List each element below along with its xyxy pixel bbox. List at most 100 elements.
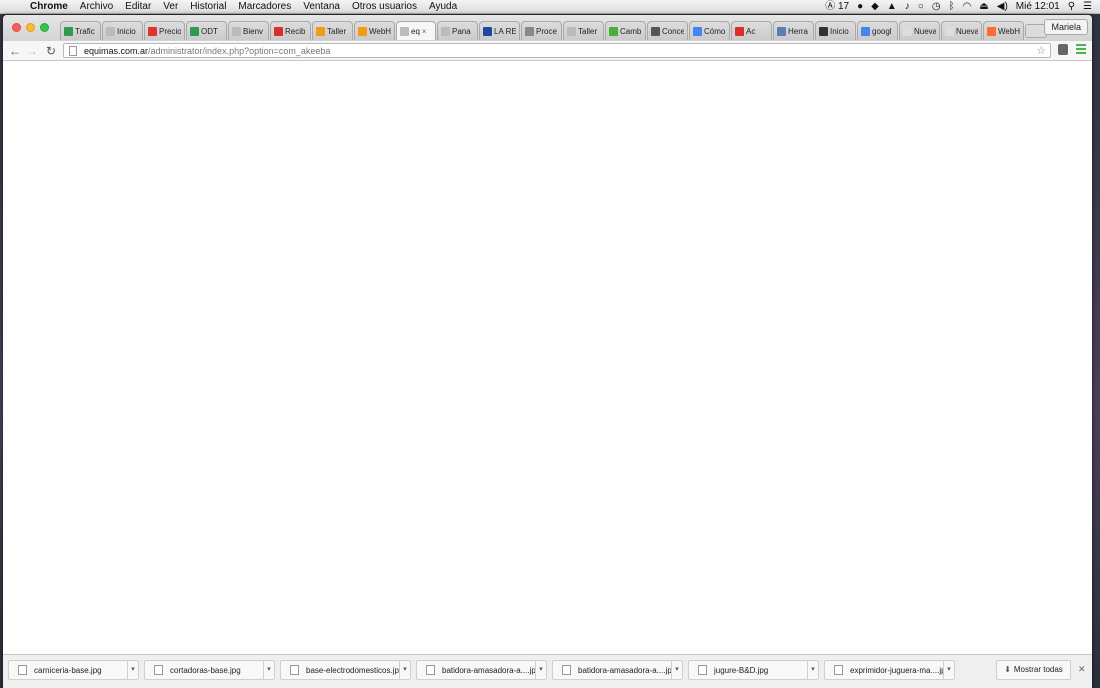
- clock[interactable]: Mié 12:01: [1016, 0, 1060, 14]
- download-item[interactable]: batidora-amasadora-a....jpg ▾: [552, 660, 683, 680]
- tab-label: Herra: [788, 26, 809, 36]
- tab[interactable]: Trafic: [60, 21, 101, 40]
- url-host: equimas.com.ar: [84, 46, 149, 56]
- back-button[interactable]: ←: [8, 44, 22, 58]
- download-item[interactable]: jugure-B&D.jpg ▾: [688, 660, 819, 680]
- eject-icon[interactable]: ⏏: [979, 0, 988, 14]
- tab[interactable]: Herra: [773, 21, 814, 40]
- tab[interactable]: Recib: [270, 21, 311, 40]
- tab-strip: Trafic Inicio Precio ODT Bienv Recib Taller Web…: [3, 15, 1092, 41]
- tab[interactable]: Conce: [647, 21, 688, 40]
- download-menu-icon[interactable]: ▾: [943, 660, 954, 680]
- tab-label: Inicio: [117, 26, 136, 36]
- tab[interactable]: Ac: [731, 21, 772, 40]
- address-bar[interactable]: equimas.com.ar/administrator/index.php?o…: [63, 43, 1051, 58]
- tab-label: Pana: [452, 26, 471, 36]
- time-machine-icon[interactable]: ◷: [932, 0, 941, 14]
- app-menu-chrome[interactable]: Chrome: [30, 1, 68, 12]
- close-window-button[interactable]: [12, 23, 21, 32]
- tab[interactable]: Taller: [563, 21, 604, 40]
- extension-icon[interactable]: [1058, 44, 1068, 55]
- dropbox-icon[interactable]: ◆: [871, 0, 879, 14]
- tab[interactable]: LA RE: [479, 21, 520, 40]
- tab-label: LA RE: [494, 26, 516, 36]
- cp-icon: [987, 26, 996, 36]
- globe-icon: [525, 26, 534, 36]
- notification-center-icon[interactable]: ☰: [1083, 0, 1092, 14]
- download-menu-icon[interactable]: ▾: [263, 660, 274, 680]
- tab[interactable]: Bienv: [228, 21, 269, 40]
- profile-button[interactable]: Mariela: [1044, 19, 1088, 35]
- chat-icon[interactable]: ●: [857, 0, 863, 14]
- download-menu-icon[interactable]: ▾: [127, 660, 138, 680]
- blank-favicon-icon: [945, 26, 954, 36]
- bell-icon[interactable]: ♪: [905, 0, 910, 14]
- tab[interactable]: Camb: [605, 21, 646, 40]
- close-tab-icon[interactable]: ×: [422, 27, 427, 36]
- download-item[interactable]: base-electrodomesticos.jpg ▾: [280, 660, 411, 680]
- tab[interactable]: Precio: [144, 21, 185, 40]
- tab-label: Taller: [578, 26, 598, 36]
- show-all-downloads-button[interactable]: ⬇ Mostrar todas: [996, 660, 1071, 680]
- tab-label: Proce: [536, 26, 557, 36]
- tab[interactable]: Pana: [437, 21, 478, 40]
- tab-label: googl: [872, 26, 892, 36]
- bookmark-star-icon[interactable]: ☆: [1036, 44, 1046, 58]
- tab[interactable]: WebH: [983, 21, 1024, 40]
- maximize-window-button[interactable]: [40, 23, 49, 32]
- tool-icon: [777, 26, 786, 36]
- download-item[interactable]: exprimidor-juguera-ma....jpg ▾: [824, 660, 955, 680]
- google-icon: [861, 26, 870, 36]
- bubble-icon[interactable]: ○: [918, 0, 924, 14]
- menu-bar: Chrome Archivo Editar Ver Historial Marc…: [0, 0, 1100, 14]
- tab[interactable]: eq ×: [396, 21, 436, 40]
- minimize-window-button[interactable]: [26, 23, 35, 32]
- download-menu-icon[interactable]: ▾: [535, 660, 546, 680]
- tab[interactable]: Nueva p: [899, 21, 940, 40]
- chrome-menu-icon[interactable]: [1076, 44, 1086, 55]
- tab[interactable]: Nueva p: [941, 21, 982, 40]
- close-shelf-icon[interactable]: ✕: [1078, 664, 1086, 675]
- menu-ventana[interactable]: Ventana: [303, 1, 340, 12]
- d-icon: [316, 26, 325, 36]
- menu-marcadores[interactable]: Marcadores: [238, 1, 291, 12]
- movistar-icon: [609, 26, 618, 36]
- menu-archivo[interactable]: Archivo: [80, 1, 113, 12]
- tab[interactable]: Inicio: [815, 21, 856, 40]
- download-item[interactable]: cortadoras-base.jpg ▾: [144, 660, 275, 680]
- status-area: Ⓐ 17 ● ◆ ▲ ♪ ○ ◷ ᛒ ◠ ⏏ ◀) Mié 12:01 ⚲ ☰: [825, 0, 1100, 14]
- drive-icon[interactable]: ▲: [887, 0, 897, 14]
- download-filename: base-electrodomesticos.jpg: [306, 665, 399, 675]
- tab[interactable]: WebH: [354, 21, 395, 40]
- file-icon: [290, 665, 299, 675]
- tab[interactable]: ODT: [186, 21, 227, 40]
- menu-historial[interactable]: Historial: [190, 1, 226, 12]
- spotlight-icon[interactable]: ⚲: [1068, 0, 1075, 14]
- show-all-label: Mostrar todas: [1013, 665, 1063, 674]
- url-path: /administrator/index.php?option=com_akee…: [148, 46, 331, 56]
- wifi-icon[interactable]: ◠: [963, 0, 972, 14]
- download-menu-icon[interactable]: ▾: [671, 660, 682, 680]
- reload-button[interactable]: ↻: [44, 44, 58, 58]
- bluetooth-icon[interactable]: ᛒ: [949, 0, 955, 14]
- download-item[interactable]: carniceria-base.jpg ▾: [8, 660, 139, 680]
- tab-label: Ac: [746, 26, 756, 36]
- tab[interactable]: Proce: [521, 21, 562, 40]
- menu-ayuda[interactable]: Ayuda: [429, 1, 457, 12]
- adobe-status-icon[interactable]: Ⓐ 17: [825, 0, 849, 14]
- forward-button[interactable]: →: [25, 44, 39, 58]
- tab[interactable]: Inicio: [102, 21, 143, 40]
- tab[interactable]: Cómo: [689, 21, 730, 40]
- page-icon: [400, 26, 409, 36]
- download-shelf: carniceria-base.jpg ▾ cortadoras-base.jpg ▾…: [3, 654, 1092, 688]
- download-item[interactable]: batidora-amasadora-a....jpg ▾: [416, 660, 547, 680]
- menu-editar[interactable]: Editar: [125, 1, 151, 12]
- menu-otros-usuarios[interactable]: Otros usuarios: [352, 1, 417, 12]
- menu-ver[interactable]: Ver: [163, 1, 178, 12]
- tab[interactable]: googl: [857, 21, 898, 40]
- tab-label: Bienv: [243, 26, 264, 36]
- download-menu-icon[interactable]: ▾: [807, 660, 818, 680]
- tab[interactable]: Taller: [312, 21, 353, 40]
- download-menu-icon[interactable]: ▾: [399, 660, 410, 680]
- volume-icon[interactable]: ◀): [997, 0, 1008, 14]
